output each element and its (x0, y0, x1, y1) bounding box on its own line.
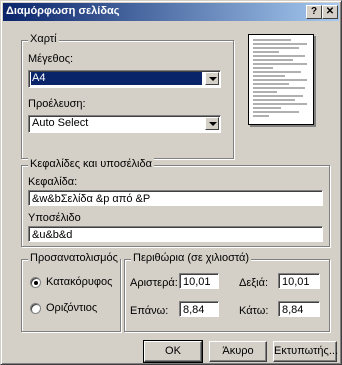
left-margin-field[interactable]: 10,01 (179, 273, 219, 289)
page-preview-lines (253, 39, 307, 117)
landscape-radio[interactable] (30, 303, 41, 314)
right-margin-field[interactable]: 10,01 (278, 273, 320, 289)
bottom-margin-label: Κάτω: (239, 305, 269, 317)
paper-group-label: Χαρτί (28, 33, 59, 45)
bottom-margin-field[interactable]: 8,84 (278, 301, 320, 317)
portrait-radio[interactable] (30, 277, 41, 288)
source-label: Προέλευση: (28, 98, 86, 110)
margins-group: Περιθώρια (σε χιλιοστά) (124, 252, 330, 332)
headers-group-label: Κεφαλίδες και υποσέλιδα (28, 158, 154, 170)
printer-button[interactable]: Εκτυπωτής... (273, 341, 338, 362)
top-margin-field[interactable]: 8,84 (179, 301, 219, 317)
paper-source-select[interactable]: Auto Select (28, 115, 221, 133)
orientation-group: Προσανατολισμός (21, 252, 121, 332)
portrait-label[interactable]: Κατακόρυφος (46, 276, 112, 288)
ok-button[interactable]: OK (143, 340, 203, 363)
margins-group-label: Περιθώρια (σε χιλιοστά) (131, 252, 252, 264)
top-margin-label: Επάνω: (130, 305, 169, 317)
close-button[interactable]: ✕ (322, 5, 338, 19)
header-field[interactable]: &w&bΣελίδα &p από &P (28, 190, 323, 206)
size-label: Μέγεθος: (28, 53, 74, 65)
header-label: Κεφαλίδα: (28, 176, 78, 188)
page-preview (248, 34, 314, 125)
left-margin-label: Αριστερά: (130, 277, 178, 289)
help-button[interactable]: ? (306, 5, 322, 19)
page-setup-dialog: Διαμόρφωση σελίδας ? ✕ Χαρτί Μέγεθος: A4… (0, 0, 342, 365)
chevron-down-icon[interactable] (205, 72, 219, 85)
footer-label: Υποσέλιδο (28, 212, 81, 224)
cancel-button[interactable]: Άκυρο (209, 341, 267, 362)
paper-size-select[interactable]: A4 (28, 70, 221, 88)
orientation-group-label: Προσανατολισμός (28, 252, 120, 264)
window-title: Διαμόρφωση σελίδας (6, 5, 120, 17)
footer-field[interactable]: &u&b&d (28, 226, 323, 242)
landscape-label[interactable]: Οριζόντιος (46, 302, 97, 314)
paper-size-value: A4 (31, 72, 202, 85)
paper-source-value: Auto Select (32, 117, 89, 129)
chevron-down-icon[interactable] (205, 117, 219, 130)
right-margin-label: Δεξιά: (239, 277, 269, 289)
title-bar: Διαμόρφωση σελίδας ? ✕ (3, 3, 339, 21)
